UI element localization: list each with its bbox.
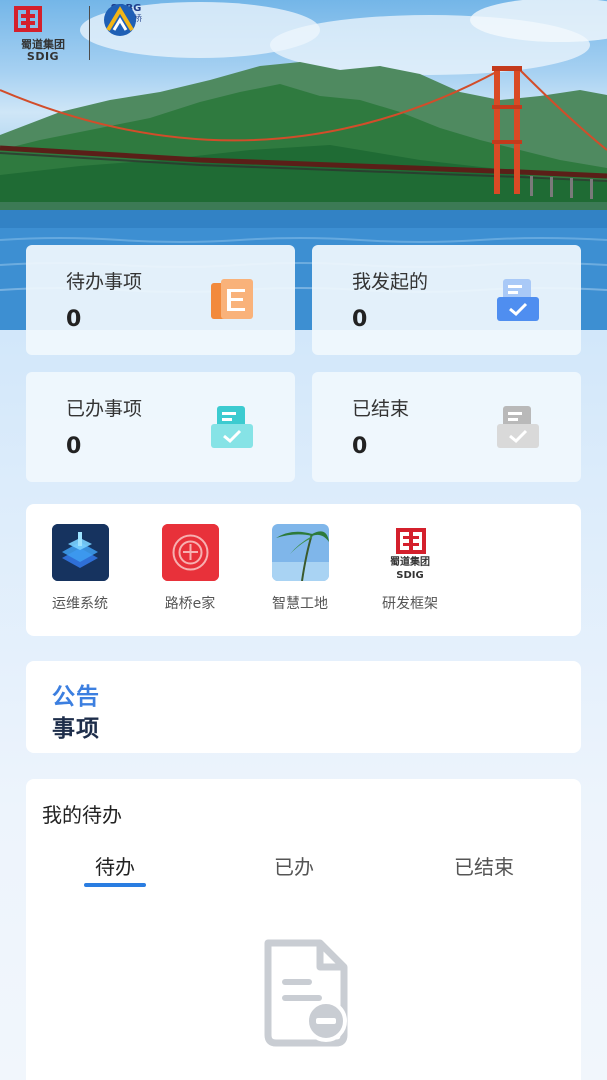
ops-system-icon [51,524,109,581]
stat-title: 待办事项 [66,271,143,293]
app-logo-cn: 蜀道集团 [390,557,430,568]
tab-done[interactable]: 已办 [239,851,349,880]
app-ops-system[interactable]: 运维系统 [40,524,120,613]
app-logo-en: SDIG [396,570,424,581]
stat-count: 0 [66,307,82,332]
stat-count: 0 [352,307,368,332]
srbg-logo: SRBG 四川路桥 [100,2,152,64]
srbg-mark-icon [104,4,136,36]
app-rd-framework[interactable]: 蜀道集团 SDIG 研发框架 [370,524,450,613]
notice-label-top: 公告 [52,684,100,710]
tab-todo[interactable]: 待办 [60,851,170,880]
sdig-logo-icon: 蜀道集团 SDIG [381,524,439,581]
stat-card-todo[interactable]: 待办事项 0 [26,245,295,355]
stat-title: 已办事项 [66,398,143,420]
inbox-check-icon [211,406,253,448]
my-todo-panel: 我的待办 待办 已办 已结束 [26,779,581,1080]
sdig-logo: 蜀道集团 SDIG [12,4,74,64]
notice-label-bottom: 事项 [52,716,100,742]
sdig-mark-icon [14,6,42,32]
app-label: 研发框架 [382,596,438,612]
app-road-bridge-home[interactable]: 路桥e家 [150,524,230,613]
app-label: 路桥e家 [164,596,216,612]
stat-card-initiated[interactable]: 我发起的 0 [312,245,581,355]
app-smart-site[interactable]: 智慧工地 [260,524,340,613]
stat-count: 0 [66,434,82,459]
tab-ended[interactable]: 已结束 [429,851,539,880]
stat-count: 0 [352,434,368,459]
todo-title: 我的待办 [42,803,122,827]
stat-title: 我发起的 [352,271,429,293]
smart-site-icon [271,524,329,581]
stat-card-done[interactable]: 已办事项 0 [26,372,295,482]
app-label: 智慧工地 [272,596,328,612]
stat-title: 已结束 [352,398,410,420]
notice-panel[interactable]: 公告 事项 [26,661,581,753]
sdig-logo-en: SDIG [26,50,60,63]
active-tab-indicator [84,883,146,887]
logo-divider [89,6,90,60]
inbox-check-icon [497,406,539,448]
apps-panel: 运维系统 路桥e家 智慧工地 蜀道集团 SDIG 研发框架 [26,504,581,636]
road-bridge-home-icon [161,524,219,581]
inbox-check-icon [497,279,539,321]
app-label: 运维系统 [52,596,108,612]
document-list-icon [211,279,253,319]
stat-card-ended[interactable]: 已结束 0 [312,372,581,482]
empty-document-icon [264,939,348,1047]
